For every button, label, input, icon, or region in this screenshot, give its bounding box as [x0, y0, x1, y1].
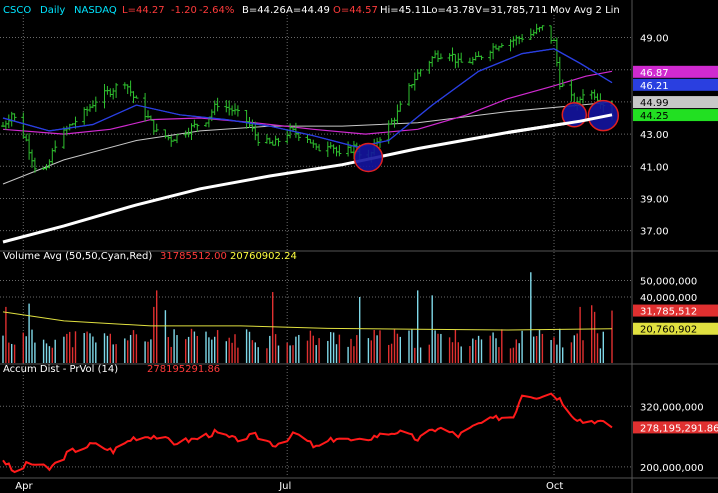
accum-panel-title: Accum Dist - PrVol (14) [3, 364, 118, 375]
volume-panel-value1: 31785512.00 [160, 251, 227, 262]
price-badge-label: 44.99 [640, 98, 669, 109]
accum-panel-value: 278195291.86 [147, 364, 220, 375]
open-price: O=44.57 [333, 5, 378, 16]
price-change-pct: -2.64% [199, 5, 234, 16]
accum-badge-label: 278,195,291.86 [640, 423, 718, 434]
x-tick-label: Jul [278, 481, 291, 492]
volume-badge-label: 31,785,512 [640, 307, 697, 318]
accum-badge: 278,195,291.86 [633, 421, 718, 434]
support-highlight-circle [353, 142, 384, 173]
volume-tick-label: 40,000,000 [640, 293, 697, 304]
price-tick-label: 49.00 [640, 34, 669, 45]
x-tick-label: Oct [546, 481, 563, 492]
bid-price: B=44.26 [242, 5, 286, 16]
price-tick-label: 43.00 [640, 130, 669, 141]
price-change: -1.20 [171, 5, 197, 16]
price-badge-label: 44.25 [640, 111, 669, 122]
x-tick-label: Apr [15, 481, 33, 492]
ask-price: A=44.49 [286, 5, 330, 16]
price-badge: 44.25 [633, 109, 718, 122]
ticker-symbol: CSCO [3, 5, 31, 16]
price-tick-label: 41.00 [640, 162, 669, 173]
accum-tick-label: 320,000,000 [640, 402, 704, 413]
price-badge-label: 46.21 [640, 81, 669, 92]
volume-badge-label: 20,760,902 [640, 325, 697, 336]
volume-badge: 31,785,512 [633, 304, 718, 318]
accum-tick-label: 200,000,000 [640, 463, 704, 474]
volume-panel-value2: 20760902.24 [230, 251, 297, 262]
last-price: L=44.27 [122, 5, 165, 16]
volume-tick-label: 50,000,000 [640, 277, 697, 288]
volume-badge: 20,760,902 [633, 322, 718, 336]
exchange-label: NASDAQ [74, 5, 117, 16]
high-price: Hi=45.11 [380, 5, 427, 16]
price-badge-label: 46.87 [640, 68, 669, 79]
price-badge: 46.87 [633, 65, 718, 79]
period-label: Daily [40, 5, 65, 16]
price-tick-label: 39.00 [640, 194, 669, 205]
study-label: Mov Avg 2 Lin [550, 5, 620, 16]
volume-panel-title: Volume Avg (50,50,Cyan,Red) [3, 251, 152, 262]
price-badge: 46.21 [633, 78, 718, 92]
stock-chart: AprJulOct49.0047.0045.0043.0041.0039.003… [0, 0, 718, 493]
price-badge: 44.99 [633, 96, 718, 109]
low-price: Lo=43.78 [426, 5, 475, 16]
volume-readout: V=31,785,711 [475, 5, 547, 16]
price-tick-label: 37.00 [640, 227, 669, 238]
